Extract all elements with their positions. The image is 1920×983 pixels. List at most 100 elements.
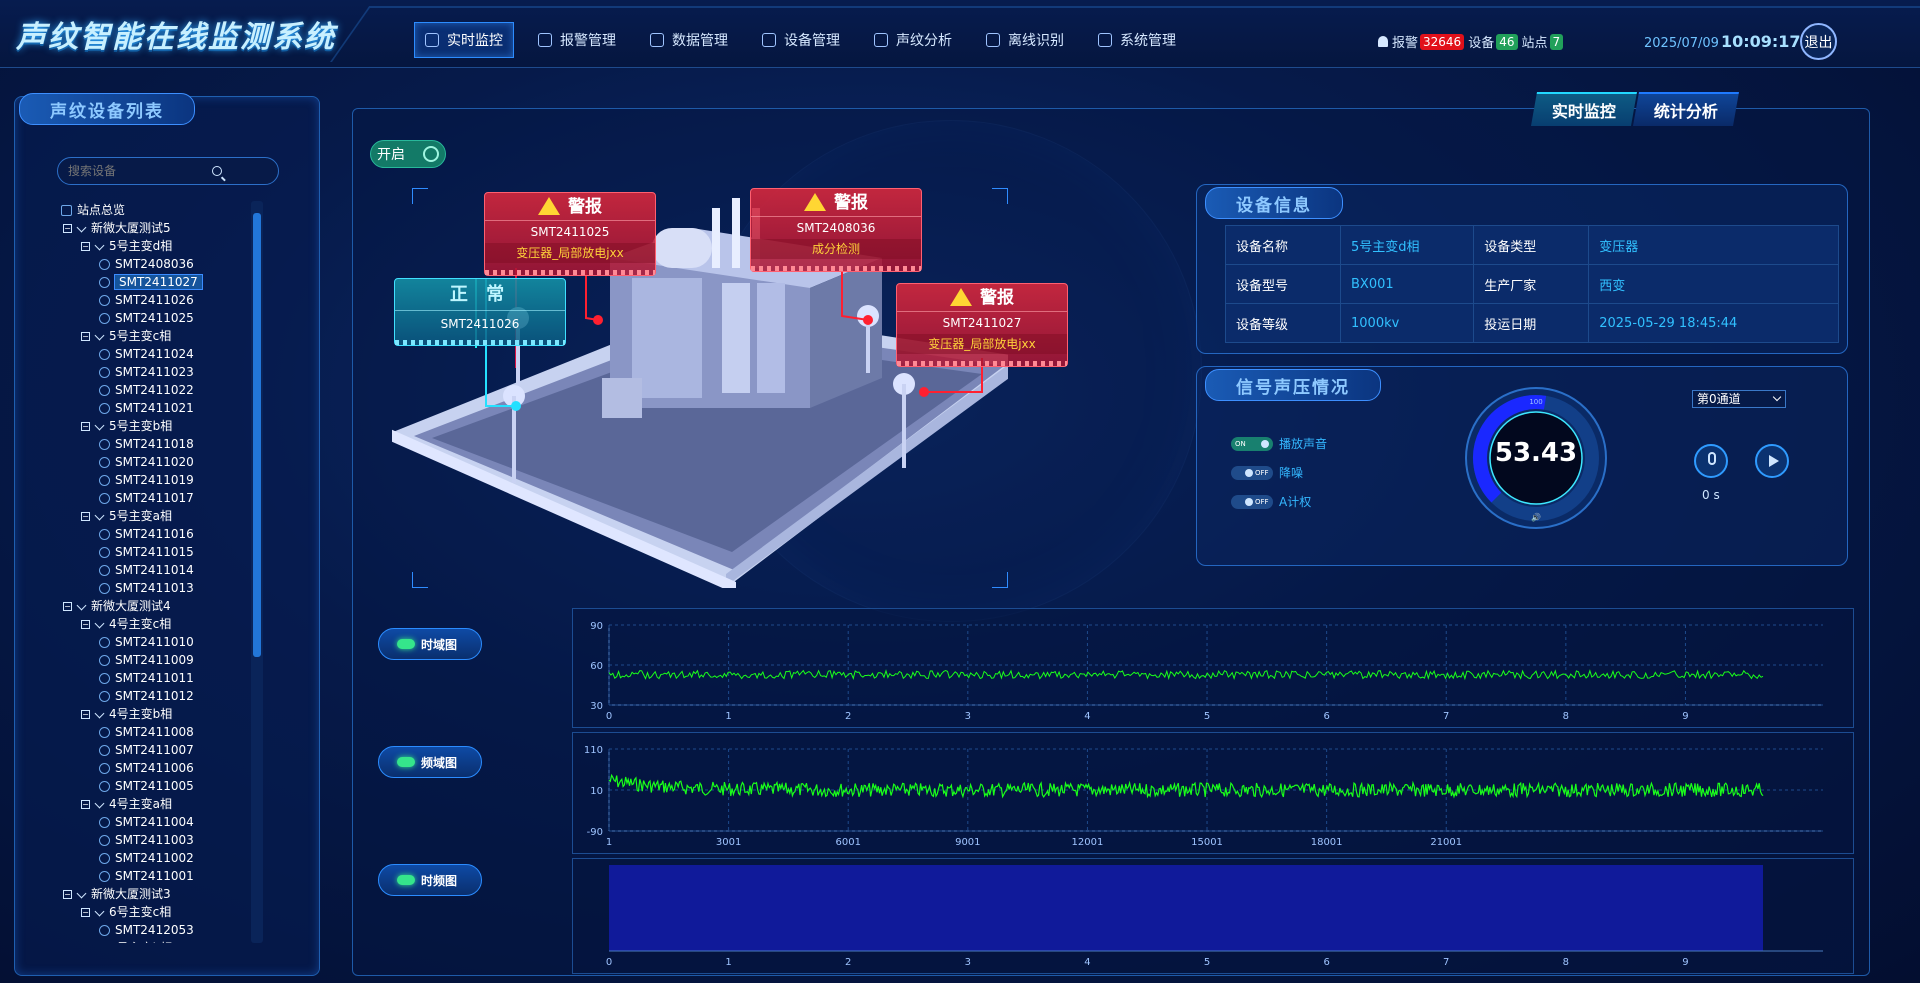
- tree-device-item[interactable]: SMT2411009: [55, 651, 263, 669]
- nav-alarm-management[interactable]: 报警管理: [528, 22, 626, 58]
- collapse-icon[interactable]: −: [81, 332, 90, 341]
- nav-data-management[interactable]: 数据管理: [640, 22, 738, 58]
- x-tick-label: 1: [606, 837, 612, 848]
- tree-group-item[interactable]: −6号主变b相: [55, 939, 263, 943]
- tree-device-item[interactable]: SMT2411027: [55, 273, 263, 291]
- tree-group-item[interactable]: − 5号主变d相: [55, 237, 263, 255]
- tree-device-item[interactable]: SMT2411005: [55, 777, 263, 795]
- time-domain-button[interactable]: 时域图: [378, 628, 482, 660]
- scrollbar-thumb[interactable]: [253, 213, 261, 657]
- tree-device-item[interactable]: SMT2411007: [55, 741, 263, 759]
- grid-icon: [1098, 33, 1112, 47]
- play-button[interactable]: [1755, 444, 1789, 478]
- tree-group-item[interactable]: − 4号主变c相: [55, 615, 263, 633]
- tree-device-item[interactable]: SMT2411024: [55, 345, 263, 363]
- normal-card[interactable]: 正 常 SMT2411026: [394, 278, 566, 346]
- channel-select[interactable]: 第0通道: [1692, 390, 1786, 408]
- tree-device-item[interactable]: SMT2411001: [55, 867, 263, 885]
- alarm-card-2[interactable]: 警报 SMT2408036 成分检测: [750, 188, 922, 272]
- tree-device-item[interactable]: SMT2411026: [55, 291, 263, 309]
- tree-device-item[interactable]: SMT2411004: [55, 813, 263, 831]
- collapse-icon[interactable]: −: [81, 620, 90, 629]
- tree-scrollbar[interactable]: [251, 201, 263, 943]
- toggle-knob: [423, 146, 439, 162]
- normal-card-device-id: SMT2411026: [440, 317, 520, 331]
- logout-button[interactable]: 退出: [1800, 23, 1837, 60]
- frequency-domain-button[interactable]: 频域图: [378, 746, 482, 778]
- search-input[interactable]: [68, 164, 218, 178]
- tree-group-item[interactable]: 站点总览: [55, 201, 263, 219]
- station-count-badge[interactable]: 7: [1549, 33, 1564, 50]
- noise-reduction-switch[interactable]: OFF 降噪: [1231, 464, 1303, 481]
- tree-device-item[interactable]: SMT2408036: [55, 255, 263, 273]
- alarm-card-1[interactable]: 警报 SMT2411025 变压器_局部放电jxx: [484, 192, 656, 276]
- nav-label: 离线识别: [1008, 33, 1064, 49]
- tree-device-item[interactable]: SMT2411008: [55, 723, 263, 741]
- spectrogram-button[interactable]: 时频图: [378, 864, 482, 896]
- tree-group-item[interactable]: − 6号主变c相: [55, 903, 263, 921]
- a-weighting-switch[interactable]: OFF A计权: [1231, 493, 1311, 510]
- tree-device-item[interactable]: SMT2411021: [55, 399, 263, 417]
- nav-device-management[interactable]: 设备管理: [752, 22, 850, 58]
- search-icon[interactable]: [212, 166, 222, 176]
- tree-device-item[interactable]: SMT2411025: [55, 309, 263, 327]
- nav-voiceprint-analysis[interactable]: 声纹分析: [864, 22, 962, 58]
- tab-realtime-monitor[interactable]: 实时监控: [1531, 92, 1638, 126]
- collapse-icon[interactable]: −: [81, 710, 90, 719]
- tree-device-item[interactable]: SMT2411015: [55, 543, 263, 561]
- tree-device-item[interactable]: SMT2411020: [55, 453, 263, 471]
- switch-toggle[interactable]: OFF: [1231, 494, 1273, 509]
- collapse-icon[interactable]: −: [63, 602, 72, 611]
- tree-group-item[interactable]: − 4号主变a相: [55, 795, 263, 813]
- y-tick-label: 10: [590, 786, 603, 797]
- collapse-icon[interactable]: −: [81, 908, 90, 917]
- tree-device-item[interactable]: SMT2411012: [55, 687, 263, 705]
- tree-group-item[interactable]: − 4号主变b相: [55, 705, 263, 723]
- switch-label: 降噪: [1279, 466, 1304, 480]
- tree-device-item[interactable]: SMT2411018: [55, 435, 263, 453]
- tree-group-item[interactable]: − 新微大厦测试5: [55, 219, 263, 237]
- tree-device-item[interactable]: SMT2412053: [55, 921, 263, 939]
- collapse-icon[interactable]: −: [63, 890, 72, 899]
- tree-device-item[interactable]: SMT2411003: [55, 831, 263, 849]
- tree-device-item[interactable]: SMT2411006: [55, 759, 263, 777]
- device-count-badge[interactable]: 46: [1496, 33, 1518, 50]
- tree-group-item[interactable]: − 新微大厦测试4: [55, 597, 263, 615]
- collapse-icon[interactable]: −: [63, 224, 72, 233]
- card-stripe: [395, 340, 565, 345]
- scene-toggle[interactable]: 开启: [370, 140, 446, 168]
- tree-item-label: SMT2411022: [115, 383, 194, 397]
- tree-device-item[interactable]: SMT2411016: [55, 525, 263, 543]
- alarm-count-badge[interactable]: 32646: [1420, 33, 1465, 50]
- nav-offline-recognition[interactable]: 离线识别: [976, 22, 1074, 58]
- record-button[interactable]: [1694, 444, 1728, 478]
- tree-group-item[interactable]: − 5号主变a相: [55, 507, 263, 525]
- tree-device-item[interactable]: SMT2411019: [55, 471, 263, 489]
- tree-group-item[interactable]: − 新微大厦测试3: [55, 885, 263, 903]
- x-tick-label: 9: [1682, 711, 1688, 722]
- alarm-card-3[interactable]: 警报 SMT2411027 变压器_局部放电jxx: [896, 283, 1068, 367]
- tree-device-item[interactable]: SMT2411011: [55, 669, 263, 687]
- tree-group-item[interactable]: − 5号主变b相: [55, 417, 263, 435]
- collapse-icon[interactable]: −: [81, 242, 90, 251]
- play-sound-switch[interactable]: ON 播放声音: [1231, 435, 1327, 452]
- tree-device-item[interactable]: SMT2411010: [55, 633, 263, 651]
- collapse-icon[interactable]: −: [81, 422, 90, 431]
- nav-system-management[interactable]: 系统管理: [1088, 22, 1186, 58]
- tree-group-item[interactable]: − 5号主变c相: [55, 327, 263, 345]
- sensor-icon: [99, 817, 110, 828]
- x-tick-label: 3: [965, 711, 971, 722]
- tree-device-item[interactable]: SMT2411014: [55, 561, 263, 579]
- tab-statistics[interactable]: 统计分析: [1633, 92, 1740, 126]
- tree-device-item[interactable]: SMT2411013: [55, 579, 263, 597]
- clock-date: 2025/07/09: [1644, 36, 1719, 51]
- switch-toggle[interactable]: ON: [1231, 436, 1273, 451]
- tree-device-item[interactable]: SMT2411023: [55, 363, 263, 381]
- switch-toggle[interactable]: OFF: [1231, 465, 1273, 480]
- tree-device-item[interactable]: SMT2411017: [55, 489, 263, 507]
- collapse-icon[interactable]: −: [81, 512, 90, 521]
- tree-device-item[interactable]: SMT2411002: [55, 849, 263, 867]
- nav-realtime-monitor[interactable]: 实时监控: [414, 22, 514, 58]
- tree-device-item[interactable]: SMT2411022: [55, 381, 263, 399]
- collapse-icon[interactable]: −: [81, 800, 90, 809]
